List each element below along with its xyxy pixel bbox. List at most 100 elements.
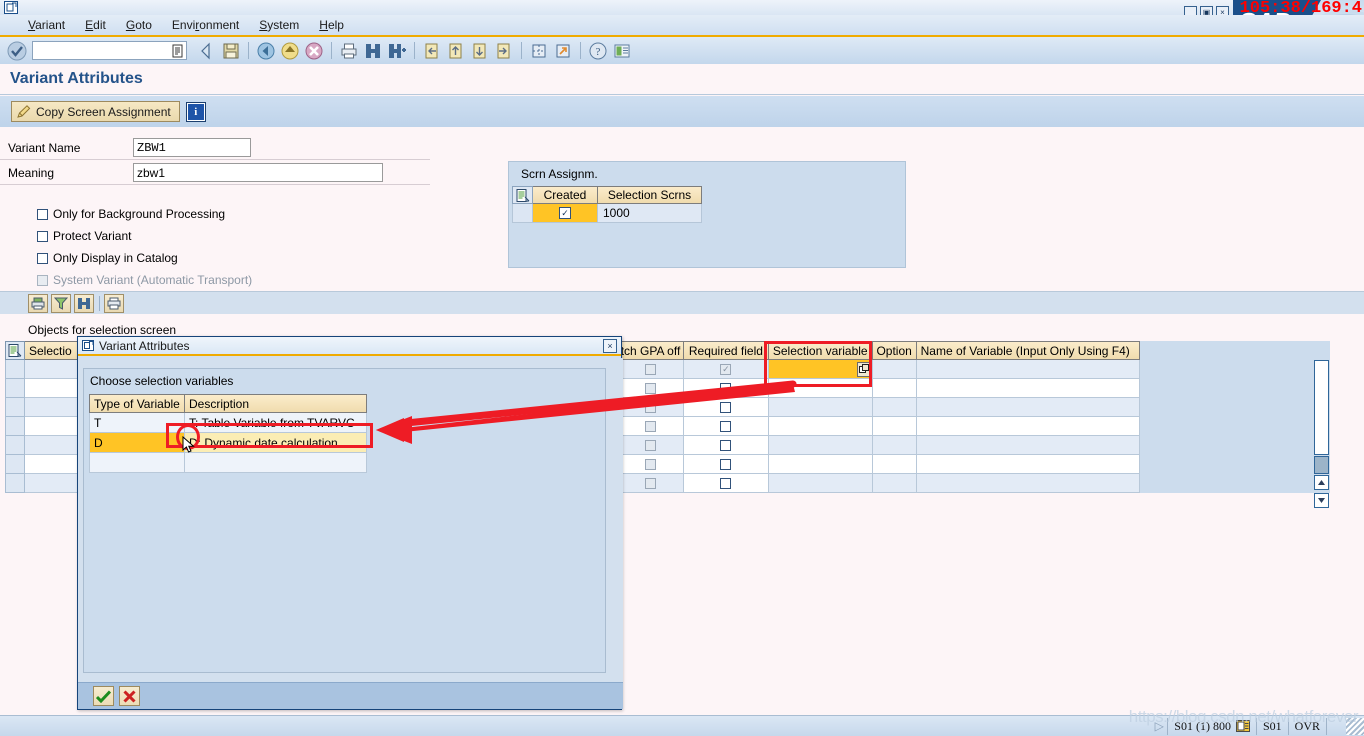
scroll-up-button[interactable] (1314, 475, 1329, 490)
dialog-cancel-button[interactable] (119, 686, 140, 706)
dialog-confirm-button[interactable] (93, 686, 114, 706)
column-header-selection-variable[interactable]: Selection variable (768, 341, 873, 360)
required-field-checkbox[interactable] (720, 477, 732, 489)
menu-item-edit[interactable]: Edit (75, 18, 116, 32)
command-input[interactable] (33, 42, 171, 59)
cell-gpa-off[interactable] (618, 398, 684, 417)
previous-page-icon[interactable] (445, 40, 467, 62)
cell-name-of-variable[interactable] (916, 379, 1141, 398)
copy-screen-assignment-button[interactable]: Copy Screen Assignment (11, 101, 180, 122)
scrollbar-track[interactable] (1314, 360, 1329, 455)
help-icon[interactable]: ? (587, 40, 609, 62)
cell-option[interactable] (872, 417, 917, 436)
scroll-down-button[interactable] (1314, 493, 1329, 508)
cell-type[interactable]: D (89, 433, 185, 453)
column-header-name-of-variable[interactable]: Name of Variable (Input Only Using F4) (916, 341, 1141, 360)
cell-gpa-off[interactable] (618, 455, 684, 474)
cell-selection-variable[interactable] (768, 417, 873, 436)
cell-required-field[interactable] (683, 474, 769, 493)
find-next-icon[interactable] (386, 40, 408, 62)
list-item[interactable] (89, 453, 367, 473)
row-selector[interactable] (5, 455, 25, 474)
cell-gpa-off[interactable] (618, 436, 684, 455)
cell-description[interactable]: D: Dynamic date calculation (185, 433, 367, 453)
grid-vertical-scrollbar[interactable] (1313, 360, 1330, 508)
cell-selection-variable[interactable] (768, 474, 873, 493)
menu-item-help[interactable]: Help (309, 18, 354, 32)
variant-name-input[interactable]: ZBW1 (133, 138, 251, 157)
grid-select-all-icon[interactable] (5, 341, 25, 360)
row-selector[interactable] (512, 204, 533, 223)
grid-layout-icon[interactable] (104, 293, 124, 313)
column-header-created[interactable]: Created (533, 186, 598, 204)
row-selector[interactable] (5, 398, 25, 417)
required-field-checkbox[interactable] (720, 401, 732, 413)
cell-selection-variable[interactable] (768, 360, 873, 379)
menu-item-system[interactable]: System (249, 18, 309, 32)
grid-print-icon[interactable] (28, 293, 48, 313)
row-selector[interactable] (5, 474, 25, 493)
f4-help-icon[interactable] (856, 361, 871, 377)
menu-item-environment[interactable]: Environment (162, 18, 249, 32)
cell-option[interactable] (872, 455, 917, 474)
command-field[interactable] (32, 41, 187, 60)
row-selector[interactable] (5, 436, 25, 455)
scrollbar-thumb[interactable] (1314, 456, 1329, 474)
cell-type[interactable]: T (89, 413, 185, 433)
cell-required-field[interactable] (683, 379, 769, 398)
row-selector[interactable] (5, 379, 25, 398)
menu-item-goto[interactable]: Goto (116, 18, 162, 32)
checkbox-only-background[interactable]: Only for Background Processing (37, 207, 225, 221)
cell-gpa-off[interactable] (618, 360, 684, 379)
info-button[interactable]: i (185, 101, 206, 122)
row-selector[interactable] (5, 417, 25, 436)
required-field-checkbox[interactable] (720, 382, 732, 394)
cell-required-field[interactable] (683, 417, 769, 436)
required-field-checkbox[interactable] (720, 439, 732, 451)
cell-description[interactable]: T: Table Variable from TVARVC (185, 413, 367, 433)
column-header-gpa-off[interactable]: tch GPA off (618, 341, 684, 360)
list-item-selected[interactable]: D D: Dynamic date calculation (89, 433, 367, 453)
next-page-icon[interactable] (469, 40, 491, 62)
first-page-icon[interactable] (421, 40, 443, 62)
cell-option[interactable] (872, 474, 917, 493)
menu-item-variant[interactable]: VVariantariant (18, 18, 75, 32)
create-shortcut-icon[interactable] (552, 40, 574, 62)
column-header-selection-scrns[interactable]: Selection Scrns (598, 186, 702, 204)
cell-selection-variable[interactable] (768, 379, 873, 398)
last-page-icon[interactable] (493, 40, 515, 62)
grid-find-icon[interactable] (74, 293, 94, 313)
dialog-close-button[interactable]: × (603, 339, 617, 353)
save-icon[interactable] (220, 40, 242, 62)
print-icon[interactable] (338, 40, 360, 62)
new-session-icon[interactable] (528, 40, 550, 62)
column-header-required-field[interactable]: Required field (683, 341, 769, 360)
checkbox-box[interactable] (37, 252, 48, 264)
customize-icon[interactable] (611, 40, 633, 62)
created-checkbox[interactable]: ✓ (559, 207, 571, 219)
required-field-checkbox[interactable] (720, 458, 732, 470)
exit-icon[interactable] (255, 40, 277, 62)
column-header-description[interactable]: Description (185, 394, 367, 413)
checkbox-protect-variant[interactable]: Protect Variant (37, 229, 131, 243)
cell-name-of-variable[interactable] (916, 360, 1141, 379)
grid-select-all-icon[interactable] (512, 186, 533, 204)
cell-selection-variable[interactable] (768, 455, 873, 474)
cell-gpa-off[interactable] (618, 379, 684, 398)
cell-option[interactable] (872, 379, 917, 398)
cell-name-of-variable[interactable] (916, 417, 1141, 436)
cell-required-field[interactable]: ✓ (683, 360, 769, 379)
cell-type[interactable] (89, 453, 185, 473)
cell-name-of-variable[interactable] (916, 474, 1141, 493)
column-header-type-of-variable[interactable]: Type of Variable (89, 394, 185, 413)
enter-icon[interactable] (6, 40, 28, 62)
column-header-option[interactable]: Option (872, 341, 917, 360)
table-row[interactable]: ✓ 1000 (512, 204, 702, 223)
cell-option[interactable] (872, 398, 917, 417)
back-icon[interactable] (196, 40, 218, 62)
checkbox-box[interactable] (37, 230, 48, 242)
cell-required-field[interactable] (683, 436, 769, 455)
cell-name-of-variable[interactable] (916, 398, 1141, 417)
grid-filter-icon[interactable] (51, 293, 71, 313)
cancel-icon[interactable] (303, 40, 325, 62)
